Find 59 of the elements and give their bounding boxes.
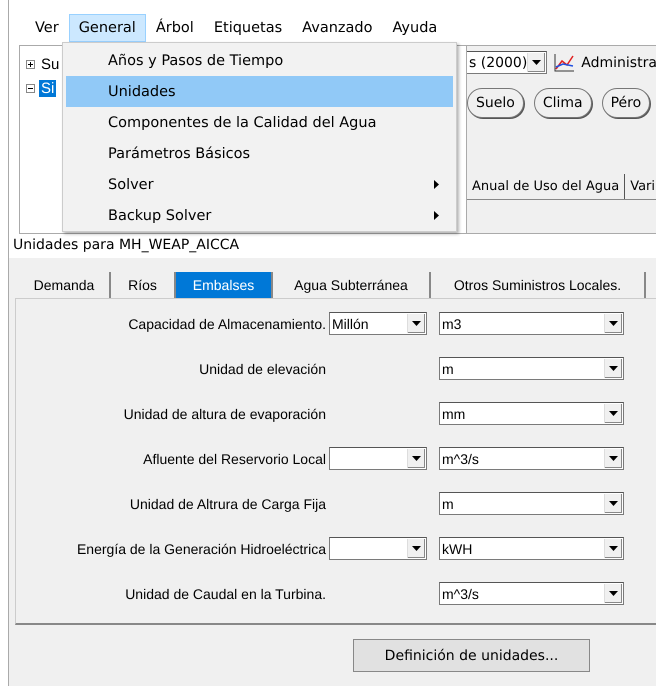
unit-dropdown[interactable]: kWH <box>439 537 624 560</box>
multiplier-dropdown[interactable]: Millón <box>329 312 427 335</box>
tree-item[interactable]: Si <box>39 80 56 96</box>
unit-dropdown[interactable]: mm <box>439 402 624 425</box>
dropdown-arrow-icon <box>609 321 618 326</box>
field-label: Unidad de altura de evaporación <box>122 406 326 422</box>
field-label: Capacidad de Almacenamiento. <box>127 316 326 332</box>
menu-bar-item[interactable]: Árbol <box>146 14 204 42</box>
dropdown-arrow-icon <box>609 501 618 506</box>
submenu-arrow-icon <box>434 211 439 220</box>
menu-item[interactable]: Años y Pasos de Tiempo <box>66 45 453 76</box>
field-label: Energía de la Generación Hidroeléctrica <box>76 540 326 556</box>
menu-item[interactable]: Backup Solver <box>66 200 453 231</box>
menu-item[interactable]: Parámetros Básicos <box>66 138 453 169</box>
dropdown-arrow-icon <box>609 591 618 596</box>
dropdown-arrow-icon <box>609 546 618 551</box>
field-label: Afluente del Reservorio Local <box>142 450 326 466</box>
tab[interactable]: Vari <box>625 174 656 199</box>
category-button[interactable]: Clima <box>534 88 592 118</box>
unit-dropdown[interactable]: m <box>439 357 624 380</box>
dropdown-arrow-icon <box>412 321 421 326</box>
collapse-icon[interactable] <box>26 84 35 92</box>
unit-dropdown[interactable]: m^3/s <box>439 447 624 470</box>
dropdown-arrow-icon <box>532 60 542 65</box>
tab[interactable]: Demanda <box>19 272 111 298</box>
field-label: Unidad de Caudal en la Turbina. <box>124 586 326 602</box>
category-button[interactable]: Suelo <box>467 88 524 118</box>
unit-dropdown[interactable]: m <box>439 492 624 515</box>
unit-dropdown[interactable]: m^3/s <box>439 582 624 605</box>
tab[interactable]: Embalses <box>176 272 273 298</box>
menu-item[interactable]: Componentes de la Calidad del Agua <box>66 107 453 138</box>
tab[interactable]: Agua Subterránea <box>273 272 431 298</box>
expand-icon[interactable] <box>26 60 35 68</box>
menu-item[interactable]: Unidades <box>66 76 453 107</box>
submenu-arrow-icon <box>434 180 439 189</box>
tab[interactable]: Otros Suministros Locales. <box>431 272 646 298</box>
dropdown-arrow-icon <box>412 456 421 461</box>
dropdown-arrow-icon <box>609 456 618 461</box>
unit-dropdown[interactable]: m3 <box>439 312 624 335</box>
unit-definitions-button[interactable]: Definición de unidades... <box>353 639 590 672</box>
tab[interactable]: Anual de Uso del Agua <box>467 174 626 199</box>
tree-item[interactable]: Su <box>39 56 62 72</box>
dropdown-arrow-icon <box>412 546 421 551</box>
category-button[interactable]: Péro <box>602 88 650 118</box>
manager-button[interactable]: Administra <box>553 52 656 72</box>
menu-bar-item[interactable]: Ayuda <box>382 14 448 42</box>
multiplier-dropdown[interactable] <box>329 537 427 560</box>
dropdown-arrow-icon <box>609 411 618 416</box>
menu-bar-item[interactable]: Etiquetas <box>204 14 292 42</box>
dropdown-arrow-icon <box>609 366 618 371</box>
field-label: Unidad de Altrura de Carga Fija <box>128 496 326 512</box>
menu-item[interactable]: Solver <box>66 169 453 200</box>
line-chart-icon <box>553 52 576 72</box>
menu-bar-item[interactable]: Avanzado <box>292 14 382 42</box>
multiplier-dropdown[interactable] <box>329 447 427 470</box>
scenario-dropdown[interactable]: s (2000) <box>467 51 548 74</box>
menu-bar-item[interactable]: General <box>68 14 146 42</box>
menu-bar-item[interactable]: Ver <box>25 14 69 42</box>
field-label: Unidad de elevación <box>198 360 326 376</box>
